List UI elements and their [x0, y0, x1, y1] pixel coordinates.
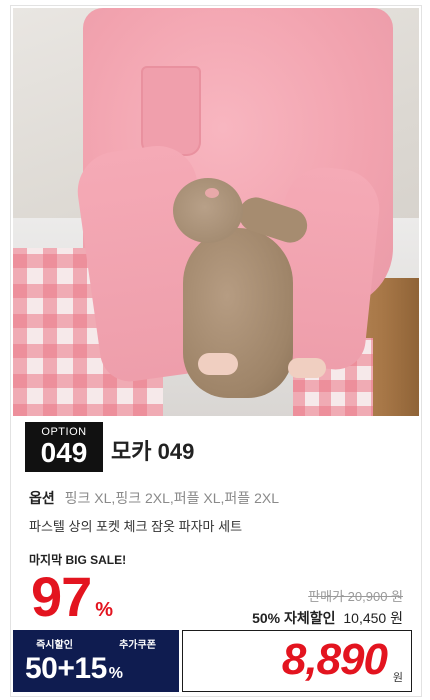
photo-plush-bunny	[183, 228, 293, 398]
options-values: 핑크 XL,핑크 2XL,퍼플 XL,퍼플 2XL	[64, 490, 279, 506]
photo-pocket	[141, 66, 201, 156]
product-title[interactable]: 모카 049	[111, 434, 194, 466]
product-description: 파스텔 상의 포켓 체크 잠옷 파자마 세트	[29, 519, 243, 534]
coupon-labels: 즉시할인 추가쿠폰	[13, 636, 179, 651]
final-price-box[interactable]: 8,890 원	[182, 630, 412, 692]
photo-bunny-nose	[205, 188, 219, 198]
product-card[interactable]: OPTION 049 모카 049 옵션 핑크 XL,핑크 2XL,퍼플 XL,…	[10, 5, 422, 697]
coupon-combo: 50+15%	[25, 652, 123, 686]
discount-value: 97	[31, 565, 92, 628]
extra-coupon-label: 추가쿠폰	[119, 640, 156, 651]
options-label: 옵션	[29, 490, 55, 506]
photo-hand-left	[198, 353, 238, 375]
self-discount-price: 10,450	[343, 610, 387, 626]
final-price: 8,890	[281, 635, 388, 684]
coupon-combo-unit: %	[108, 665, 123, 682]
self-discount: 50% 자체할인 10,450 원	[252, 608, 403, 628]
coupon-box[interactable]: 즉시할인 추가쿠폰 50+15%	[13, 630, 179, 692]
photo-hand-right	[288, 358, 326, 378]
original-price: 판매가 20,900 원	[308, 589, 403, 604]
product-photo[interactable]	[13, 8, 419, 416]
final-price-unit: 원	[392, 672, 403, 684]
options-row: 옵션 핑크 XL,핑크 2XL,퍼플 XL,퍼플 2XL	[29, 488, 279, 508]
option-badge: OPTION 049	[25, 422, 103, 472]
discount-rate: 97 %	[31, 566, 113, 628]
instant-discount-label: 즉시할인	[36, 640, 73, 651]
self-discount-unit: 원	[390, 610, 403, 626]
discount-unit: %	[95, 599, 114, 621]
self-discount-label: 50% 자체할인	[252, 610, 336, 626]
coupon-combo-text: 50+15	[25, 652, 107, 685]
option-number: 049	[40, 437, 88, 468]
